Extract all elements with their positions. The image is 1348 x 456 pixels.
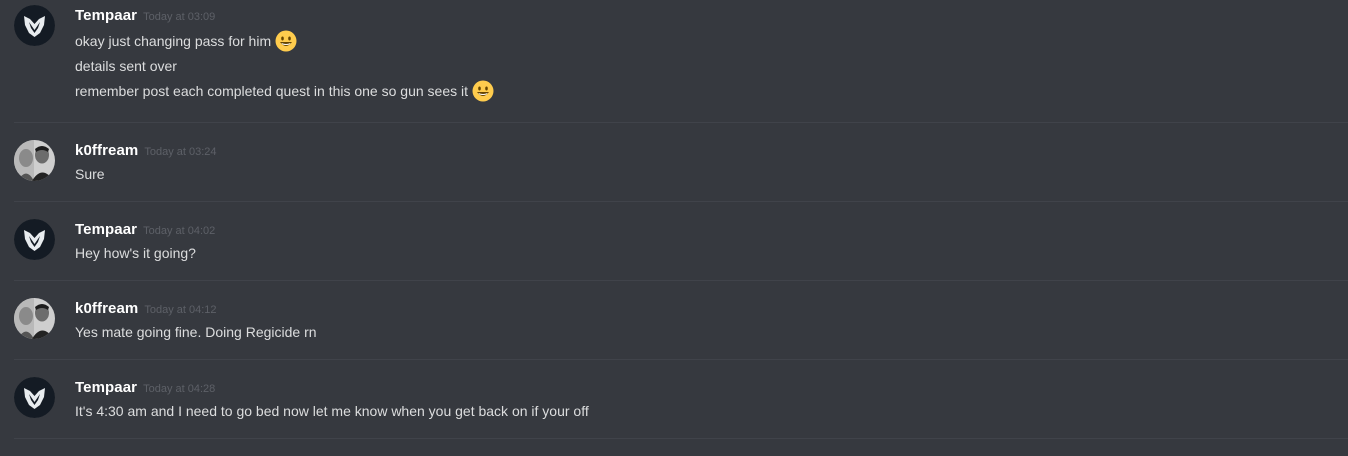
message-divider [14,438,1348,439]
avatar-wolf-logo-icon[interactable] [14,219,55,260]
timestamp[interactable]: Today at 03:24 [144,146,216,158]
username[interactable]: k0ffream [75,300,138,317]
avatar-profile-photo[interactable] [14,140,55,181]
message-group: Tempaar Today at 03:09 okay just changing… [0,0,1348,122]
avatar-wolf-logo-icon[interactable] [14,377,55,418]
message-group: k0ffream Today at 04:12 Yes mate going fi… [0,281,1348,359]
timestamp[interactable]: Today at 04:02 [143,225,215,237]
message-group: Tempaar Today at 04:02 Hey how's it going… [0,202,1348,280]
message-text: details sent over [75,58,177,74]
message-text: Sure [75,166,105,182]
message-line: details sent over [75,56,177,76]
message-line: Yes mate going fine. Doing Regicide rn [75,322,317,342]
timestamp[interactable]: Today at 04:28 [143,383,215,395]
message-text: Hey how's it going? [75,245,196,261]
avatar-profile-photo[interactable] [14,298,55,339]
message-line: Hey how's it going? [75,243,196,263]
message-line: remember post each completed quest in th… [75,80,494,102]
avatar-wolf-logo-icon[interactable] [14,5,55,46]
message-line: Sure [75,164,105,184]
username[interactable]: Tempaar [75,7,137,24]
username[interactable]: k0ffream [75,142,138,159]
message-text: It's 4:30 am and I need to go bed now le… [75,403,589,419]
message-text: Yes mate going fine. Doing Regicide rn [75,324,317,340]
message-text: okay just changing pass for him [75,33,272,49]
timestamp[interactable]: Today at 03:09 [143,11,215,23]
message-text: remember post each completed quest in th… [75,83,468,99]
message-group: Tempaar Today at 04:28 It's 4:30 am and I… [0,360,1348,438]
username[interactable]: Tempaar [75,221,137,238]
smiley-emoji-icon[interactable] [275,30,297,52]
message-line: It's 4:30 am and I need to go bed now le… [75,401,589,421]
smiley-emoji-icon[interactable] [472,80,494,102]
username[interactable]: Tempaar [75,379,137,396]
message-line: okay just changing pass for him [75,30,297,52]
chat-message-list: Tempaar Today at 03:09 okay just changing… [0,0,1348,456]
timestamp[interactable]: Today at 04:12 [144,304,216,316]
message-group: k0ffream Today at 03:24 Sure [0,123,1348,201]
